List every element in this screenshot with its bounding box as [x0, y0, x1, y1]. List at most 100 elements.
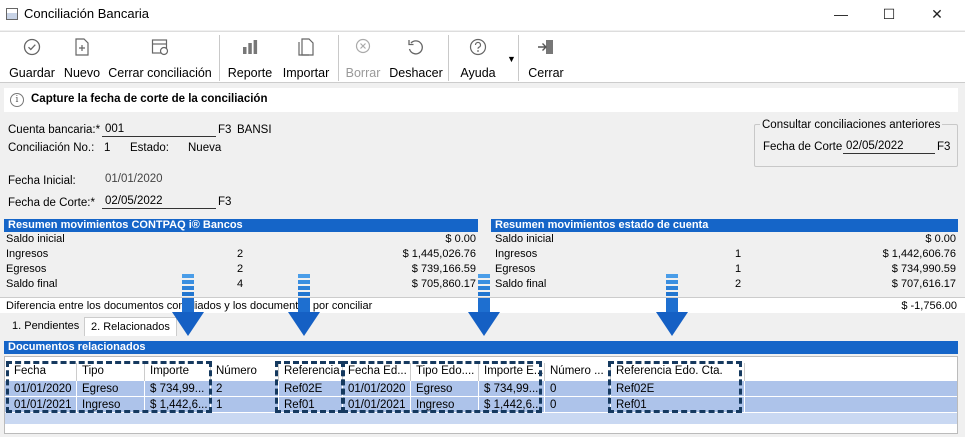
status-value: Nueva	[188, 142, 222, 154]
info-message: Capture la fecha de corte de la concilia…	[31, 93, 268, 105]
column-header[interactable]: Fecha	[9, 363, 77, 381]
exit-icon	[524, 38, 568, 60]
start-date-label: Fecha Inicial:	[8, 175, 76, 187]
contpaq-row: Egresos 2 $ 739,166.59	[6, 263, 476, 278]
row-count: 2	[735, 278, 742, 290]
table-cell: Ref01	[279, 397, 343, 413]
column-header[interactable]: Tipo Edo....	[411, 363, 479, 381]
title-bar: Conciliación Bancaria — ☐ ✕	[0, 0, 965, 30]
column-header[interactable]: Importe	[145, 363, 211, 381]
tab-relacionados[interactable]: 2. Relacionados	[84, 317, 177, 336]
row-amount: $ 0.00	[925, 233, 956, 245]
column-header[interactable]: Tipo	[77, 363, 145, 381]
report-label: Reporte	[227, 66, 273, 80]
contpaq-row: Ingresos 2 $ 1,445,026.76	[6, 248, 476, 263]
column-header[interactable]: Importe E...	[479, 363, 545, 381]
related-documents-header: Documentos relacionados	[4, 341, 958, 354]
toolbar-separator	[219, 35, 220, 81]
table-cell: 01/01/2021	[343, 397, 411, 413]
tab-pendientes[interactable]: 1. Pendientes	[6, 317, 85, 336]
column-header[interactable]: Número	[211, 363, 279, 381]
row-count: 1	[735, 263, 742, 275]
table-cell: Ref02E	[279, 381, 343, 397]
help-button[interactable]: Ayuda	[456, 36, 500, 82]
table-cell: $ 1,442,6...	[145, 397, 211, 413]
column-header[interactable]: Referencia Edo. Cta.	[611, 363, 745, 381]
undo-label: Deshacer	[389, 66, 443, 80]
report-button[interactable]: Reporte	[226, 36, 274, 82]
down-arrow-icon	[468, 274, 500, 336]
previous-cutoff-f3-button[interactable]: F3	[937, 141, 950, 153]
table-row[interactable]: 01/01/2020 Egreso $ 734,99... 2 Ref02E 0…	[5, 381, 957, 397]
previous-reconciliations-title: Consultar conciliaciones anteriores	[760, 119, 943, 131]
row-count: 1	[735, 248, 742, 260]
table-cell: Ref02E	[611, 381, 745, 397]
row-label: Saldo final	[6, 278, 58, 290]
table-cell: 01/01/2020	[9, 381, 77, 397]
new-icon	[62, 38, 102, 60]
previous-cutoff-input[interactable]: 02/05/2022	[843, 139, 935, 154]
help-label: Ayuda	[460, 66, 496, 80]
table-cell: 2	[211, 381, 279, 397]
cutoff-date-input[interactable]: 02/05/2022	[102, 194, 216, 209]
help-dropdown-icon[interactable]: ▼	[507, 54, 516, 64]
table-cell: Ingreso	[77, 397, 145, 413]
account-input[interactable]: 001	[102, 122, 216, 137]
undo-icon	[388, 38, 444, 60]
table-cell: Egreso	[77, 381, 145, 397]
undo-button[interactable]: Deshacer	[388, 36, 444, 82]
row-label: Saldo final	[495, 278, 547, 290]
toolbar-separator	[518, 35, 519, 81]
statement-row: Egresos 1 $ 734,990.59	[495, 263, 956, 278]
row-count: 2	[237, 263, 244, 275]
import-button[interactable]: Importar	[278, 36, 334, 82]
row-count: 2	[237, 248, 244, 260]
new-label: Nuevo	[63, 66, 101, 80]
table-cell: 01/01/2021	[9, 397, 77, 413]
new-button[interactable]: Nuevo	[62, 36, 102, 82]
cutoff-date-f3-button[interactable]: F3	[218, 196, 231, 208]
maximize-button[interactable]: ☐	[866, 0, 912, 30]
statement-row: Saldo final 2 $ 707,616.17	[495, 278, 956, 293]
row-label: Ingresos	[495, 248, 538, 260]
row-label: Ingresos	[6, 248, 49, 260]
down-arrow-icon	[172, 274, 204, 336]
toolbar-separator	[338, 35, 339, 81]
down-arrow-icon	[656, 274, 688, 336]
delete-icon	[343, 38, 383, 60]
contpaq-row: Saldo inicial $ 0.00	[6, 233, 476, 248]
info-bar: i Capture la fecha de corte de la concil…	[4, 88, 958, 112]
close-window-button[interactable]: ✕	[914, 0, 960, 30]
minimize-button[interactable]: —	[818, 0, 864, 30]
exit-button[interactable]: Cerrar	[524, 36, 568, 82]
save-label: Guardar	[9, 66, 55, 80]
table-row-empty	[5, 413, 957, 424]
table-cell: 0	[545, 381, 611, 397]
help-icon	[456, 38, 500, 60]
toolbar-separator	[448, 35, 449, 81]
table-row[interactable]: 01/01/2021 Ingreso $ 1,442,6... 1 Ref01 …	[5, 397, 957, 413]
table-cell: 01/01/2020	[343, 381, 411, 397]
column-header[interactable]: Número ...	[545, 363, 611, 381]
close-reconciliation-icon	[106, 38, 214, 60]
reconciliation-number-label: Conciliación No.:	[8, 142, 95, 154]
status-label: Estado:	[130, 142, 169, 154]
save-icon	[6, 38, 58, 60]
app-icon	[6, 8, 18, 20]
save-button[interactable]: Guardar	[6, 36, 58, 82]
difference-amount: $ -1,756.00	[901, 300, 957, 312]
row-amount: $ 1,445,026.76	[402, 248, 476, 260]
cutoff-date-label: Fecha de Corte:*	[8, 197, 95, 209]
column-header[interactable]: Fecha Ed...	[343, 363, 411, 381]
down-arrow-icon	[288, 274, 320, 336]
table-cell: Ingreso	[411, 397, 479, 413]
row-label: Saldo inicial	[6, 233, 65, 245]
delete-button[interactable]: Borrar	[343, 36, 383, 82]
table-cell: Ref01	[611, 397, 745, 413]
close-reconciliation-button[interactable]: Cerrar conciliación	[106, 36, 214, 82]
window-title: Conciliación Bancaria	[24, 6, 150, 21]
account-f3-button[interactable]: F3	[218, 124, 231, 136]
column-header[interactable]: Referencia	[279, 363, 343, 381]
row-amount: $ 1,442,606.76	[882, 248, 956, 260]
table-cell: 0	[545, 397, 611, 413]
